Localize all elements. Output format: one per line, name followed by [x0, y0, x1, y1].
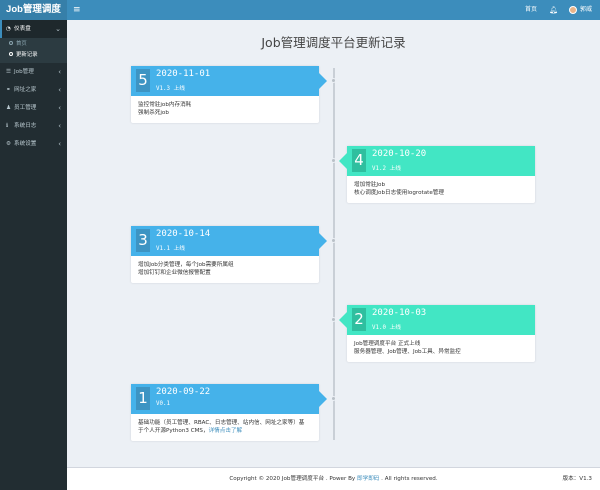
- sidebar-item-staff[interactable]: ♟ 员工管理 ‹: [0, 99, 67, 117]
- timeline-dot: [331, 158, 336, 163]
- timeline-dot: [331, 78, 336, 83]
- sidebar: ◔ 仪表盘 ⌄ 首页 更新记录 ☰ Job管理 ‹ ⚭ 网址之家 ‹ ♟ 员工管理 ‹ …: [0, 20, 67, 490]
- copyright: Copyright © 2020 Job管理调度平台 . Power By 即学…: [67, 468, 600, 490]
- entry-version: V1.2 上线: [372, 166, 402, 172]
- chevron-left-icon: ‹: [58, 68, 61, 76]
- entry-date: 2020-10-14: [156, 229, 211, 239]
- timeline-card-header: 1 2020-09-22 V0.1: [131, 384, 327, 414]
- sidebar-item-label: 员工管理: [14, 105, 37, 111]
- chevron-down-icon: ⌄: [55, 25, 61, 33]
- entry-body: 基础功能（员工管理、RBAC、日志管理、站内信、网址之家等）基 于个人开源Pyt…: [131, 414, 319, 441]
- chevron-left-icon: ‹: [58, 122, 61, 130]
- entry-date: 2020-10-03: [372, 308, 427, 318]
- sidebar-item-label: 系统设置: [14, 141, 37, 147]
- bell-icon[interactable]: 🔔︎: [549, 0, 558, 20]
- entry-line: 增加常驻Job: [354, 182, 385, 188]
- sidebar-subitem-label: 首页: [16, 41, 27, 47]
- dashboard-submenu: 首页 更新记录: [0, 38, 67, 63]
- timeline-dot: [331, 396, 336, 401]
- app-logo[interactable]: Job管理调度: [0, 0, 67, 20]
- entry-line: 于个人开源Python3 CMS，: [138, 428, 209, 434]
- list-icon: ☰: [6, 69, 12, 75]
- entry-number: 4: [352, 149, 366, 172]
- entry-date: 2020-11-01: [156, 69, 211, 79]
- timeline-card: 2 2020-10-03 V1.0 上线 Job管理调度平台 正式上线 服务器管…: [339, 305, 535, 362]
- sidebar-item-label: 网址之家: [14, 87, 37, 93]
- brand-link[interactable]: 即学即码: [357, 476, 379, 482]
- timeline-card-header: 5 2020-11-01 V1.3 上线: [131, 66, 327, 96]
- sidebar-item-job[interactable]: ☰ Job管理 ‹: [0, 63, 67, 81]
- top-navbar: ≡ 首页 🔔︎ 郭威: [67, 0, 600, 20]
- sidebar-item-settings[interactable]: ⚙ 系统设置 ‹: [0, 135, 67, 153]
- version-label: 版本：V1.3: [562, 476, 592, 482]
- sidebar-subitem-changelog[interactable]: 更新记录: [0, 50, 67, 61]
- entry-version: V1.3 上线: [156, 86, 186, 92]
- sidebar-subitem-home[interactable]: 首页: [0, 39, 67, 50]
- gear-icon: ⚙: [6, 141, 12, 147]
- entry-line: 增加Job分类管理，每个Job需要所属组: [138, 262, 234, 268]
- chevron-left-icon: ‹: [58, 140, 61, 148]
- entry-number: 5: [136, 69, 150, 92]
- info-icon: ℹ: [6, 123, 9, 129]
- sidebar-subitem-label: 更新记录: [16, 52, 38, 58]
- timeline-line: [333, 68, 335, 440]
- entry-body: 增加常驻Job 核心调度Job日志使用logrotate管理: [347, 176, 535, 203]
- hamburger-icon[interactable]: ≡: [73, 0, 81, 20]
- entry-version: V1.1 上线: [156, 246, 186, 252]
- timeline-card-header: 2 2020-10-03 V1.0 上线: [339, 305, 535, 335]
- entry-line: 监控常驻job内存消耗: [138, 102, 192, 108]
- entry-line-with-link: 于个人开源Python3 CMS，详情点击了解: [138, 427, 312, 435]
- chevron-left-icon: ‹: [58, 86, 61, 94]
- dashboard-icon: ◔: [6, 26, 11, 32]
- timeline-dot: [331, 238, 336, 243]
- footer: Copyright © 2020 Job管理调度平台 . Power By 即学…: [67, 467, 600, 490]
- avatar[interactable]: [569, 6, 577, 14]
- sidebar-item-label: Job管理: [14, 69, 34, 75]
- sidebar-item-logs[interactable]: ℹ 系统日志 ‹: [0, 117, 67, 135]
- entry-line: 增加钉钉和企业微信报警配置: [138, 270, 211, 276]
- entry-number: 3: [136, 229, 150, 252]
- entry-line: 核心调度Job日志使用logrotate管理: [354, 190, 444, 196]
- entry-number: 1: [136, 387, 150, 410]
- user-icon: ♟: [6, 105, 12, 111]
- sidebar-item-links[interactable]: ⚭ 网址之家 ‹: [0, 81, 67, 99]
- sidebar-item-dashboard[interactable]: ◔ 仪表盘 ⌄: [0, 20, 67, 38]
- entry-line: Job管理调度平台 正式上线: [354, 341, 421, 347]
- entry-number: 2: [352, 308, 366, 331]
- circle-icon: [9, 52, 13, 56]
- nav-home-link[interactable]: 首页: [525, 0, 537, 20]
- sidebar-item-label: 仪表盘: [14, 26, 31, 32]
- sidebar-item-label: 系统日志: [14, 123, 37, 129]
- entry-date: 2020-09-22: [156, 387, 211, 397]
- page-title: Job管理调度平台更新记录: [261, 35, 406, 50]
- timeline-card-header: 4 2020-10-20 V1.2 上线: [339, 146, 535, 176]
- entry-line: 基础功能（员工管理、RBAC、日志管理、站内信、网址之家等）基: [138, 420, 305, 426]
- entry-line: 强制杀死job: [138, 110, 169, 116]
- link-icon: ⚭: [6, 87, 11, 93]
- timeline-card: 5 2020-11-01 V1.3 上线 监控常驻job内存消耗 强制杀死job: [131, 66, 327, 123]
- details-link[interactable]: 详情点击了解: [209, 428, 243, 434]
- timeline-dot: [331, 317, 336, 322]
- user-name[interactable]: 郭威: [580, 0, 592, 20]
- timeline-card: 4 2020-10-20 V1.2 上线 增加常驻Job 核心调度Job日志使用…: [339, 146, 535, 203]
- entry-body: 监控常驻job内存消耗 强制杀死job: [131, 96, 319, 123]
- entry-line: 服务器管理、Job管理、Job工具、异常监控: [354, 349, 461, 355]
- chevron-left-icon: ‹: [58, 104, 61, 112]
- copyright-prefix: Copyright © 2020 Job管理调度平台 . Power By: [229, 476, 357, 482]
- entry-version: V1.0 上线: [372, 325, 402, 331]
- circle-icon: [9, 41, 13, 45]
- entry-version: V0.1: [156, 401, 170, 407]
- timeline-card-header: 3 2020-10-14 V1.1 上线: [131, 226, 327, 256]
- entry-body: Job管理调度平台 正式上线 服务器管理、Job管理、Job工具、异常监控: [347, 335, 535, 362]
- timeline-card: 1 2020-09-22 V0.1 基础功能（员工管理、RBAC、日志管理、站内…: [131, 384, 327, 441]
- timeline-card: 3 2020-10-14 V1.1 上线 增加Job分类管理，每个Job需要所属…: [131, 226, 327, 283]
- entry-body: 增加Job分类管理，每个Job需要所属组 增加钉钉和企业微信报警配置: [131, 256, 319, 283]
- entry-date: 2020-10-20: [372, 149, 427, 159]
- copyright-suffix: . All rights reserved.: [379, 476, 438, 482]
